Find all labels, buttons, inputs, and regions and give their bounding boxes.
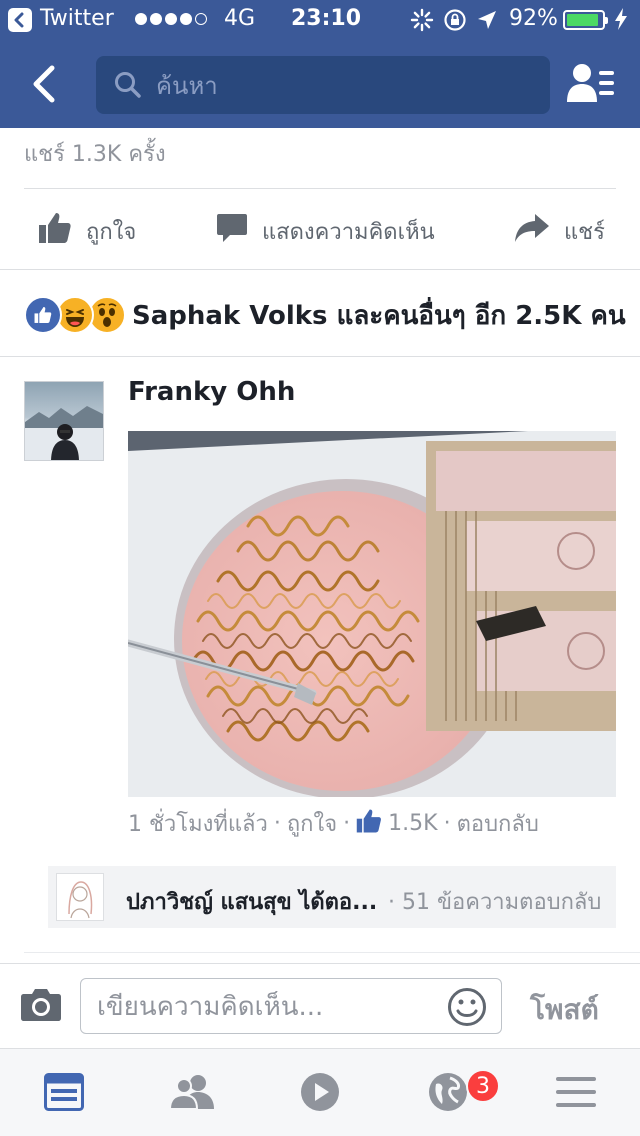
reply-count: · 51 ข้อความตอบกลับ <box>388 890 602 915</box>
reply-author: ปภาวิชญ์ แสนสุข ได้ตอ... <box>126 890 378 915</box>
share-button[interactable]: แชร์ <box>514 208 605 254</box>
like-reaction-icon <box>24 296 62 334</box>
tab-news-feed[interactable] <box>36 1069 92 1119</box>
search-icon <box>114 71 142 103</box>
reply-avatar <box>56 873 104 921</box>
meta-separator: · <box>443 811 451 836</box>
share-arrow-icon <box>514 213 550 249</box>
search-bar[interactable] <box>96 56 550 114</box>
location-arrow-icon <box>476 9 498 37</box>
divider <box>24 188 616 189</box>
comment-like-count-icon[interactable] <box>356 808 382 840</box>
tab-video[interactable] <box>292 1069 348 1119</box>
share-count[interactable]: แชร์ 1.3K ครั้ง <box>24 136 166 171</box>
charging-bolt-icon <box>614 7 628 37</box>
reactions-summary[interactable]: Saphak Volks และคนอื่นๆ อีก 2.5K คน <box>24 290 626 340</box>
play-video-icon <box>300 1072 340 1116</box>
comment-like-count[interactable]: 1.5K <box>388 811 437 836</box>
top-nav-bar <box>0 40 640 128</box>
signal-strength-icon <box>135 13 207 25</box>
battery-icon <box>563 10 608 30</box>
rotation-lock-icon <box>443 8 467 38</box>
back-button[interactable] <box>28 64 58 108</box>
commenter-avatar[interactable] <box>24 381 104 461</box>
emoji-icon[interactable] <box>447 987 487 1031</box>
meta-separator: · <box>273 811 281 836</box>
reactions-text: Saphak Volks และคนอื่นๆ อีก 2.5K คน <box>132 300 626 331</box>
comment-bubble-icon <box>216 212 248 250</box>
comment-input[interactable] <box>95 987 439 1027</box>
friends-icon <box>168 1074 215 1114</box>
post-button[interactable]: โพสต์ <box>530 988 599 1032</box>
globe-icon <box>428 1072 468 1116</box>
comment-meta: 1 ชั่วโมงที่แล้ว · ถูกใจ · 1.5K · ตอบกลั… <box>128 806 545 841</box>
commenter-name[interactable]: Franky Ohh <box>128 377 295 407</box>
share-label: แชร์ <box>564 219 605 245</box>
back-app-name[interactable]: Twitter <box>40 6 114 31</box>
like-label: ถูกใจ <box>86 219 137 245</box>
comment-button[interactable]: แสดงความคิดเห็น <box>216 208 435 254</box>
clock: 23:10 <box>291 6 362 31</box>
camera-icon[interactable] <box>20 988 62 1026</box>
back-to-app-icon[interactable] <box>8 8 32 32</box>
divider <box>24 952 640 953</box>
friend-requests-icon[interactable] <box>566 62 616 110</box>
notifications-badge: 3 <box>466 1069 500 1103</box>
comment-reply-link[interactable]: ตอบกลับ <box>457 806 539 841</box>
tab-friends[interactable] <box>164 1069 220 1119</box>
comment-field[interactable] <box>80 978 502 1034</box>
tab-more-menu[interactable] <box>548 1069 604 1119</box>
status-bar: Twitter 4G 23:10 92% <box>0 0 640 40</box>
reply-preview[interactable]: ปภาวิชญ์ แสนสุข ได้ตอ... · 51 ข้อความตอบ… <box>48 866 616 928</box>
comment-label: แสดงความคิดเห็น <box>262 219 435 245</box>
activity-spinner-icon <box>410 8 434 38</box>
hamburger-menu-icon <box>556 1076 596 1112</box>
comment-time: 1 ชั่วโมงที่แล้ว <box>128 812 268 837</box>
divider <box>0 269 640 270</box>
search-input[interactable] <box>154 66 538 106</box>
like-button[interactable]: ถูกใจ <box>38 208 136 254</box>
comment-like-link[interactable]: ถูกใจ <box>287 806 337 841</box>
news-feed-icon <box>44 1073 84 1115</box>
battery-percent: 92% <box>509 6 558 31</box>
comment-photo[interactable] <box>128 431 616 797</box>
bottom-tab-bar: 3 <box>0 1048 640 1136</box>
thumbs-up-icon <box>38 211 72 251</box>
network-type: 4G <box>224 6 256 31</box>
comment-composer: โพสต์ <box>0 964 640 1048</box>
meta-separator: · <box>343 811 351 836</box>
divider <box>0 356 640 357</box>
